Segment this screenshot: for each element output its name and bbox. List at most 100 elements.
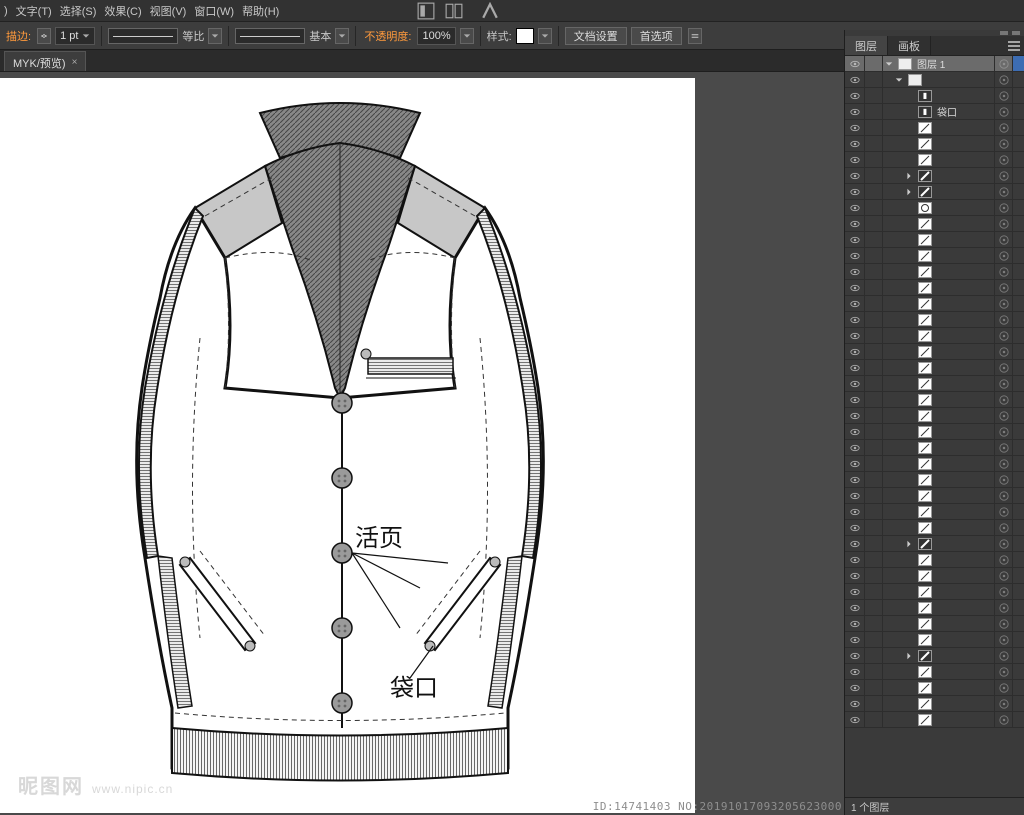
visibility-toggle[interactable] xyxy=(845,472,865,487)
selection-flag[interactable] xyxy=(1012,712,1024,727)
target-icon[interactable] xyxy=(994,344,1012,359)
visibility-toggle[interactable] xyxy=(845,408,865,423)
style-swatch[interactable] xyxy=(516,28,534,44)
expand-toggle[interactable] xyxy=(883,60,895,68)
visibility-toggle[interactable] xyxy=(845,232,865,247)
target-icon[interactable] xyxy=(994,568,1012,583)
target-icon[interactable] xyxy=(994,712,1012,727)
visibility-toggle[interactable] xyxy=(845,584,865,599)
layer-row[interactable]: ▮袋口 xyxy=(845,104,1024,120)
target-icon[interactable] xyxy=(994,520,1012,535)
visibility-toggle[interactable] xyxy=(845,616,865,631)
visibility-toggle[interactable] xyxy=(845,360,865,375)
selection-flag[interactable] xyxy=(1012,184,1024,199)
selection-flag[interactable] xyxy=(1012,104,1024,119)
layer-row[interactable] xyxy=(845,280,1024,296)
stroke-dash-preview[interactable] xyxy=(108,28,178,44)
target-icon[interactable] xyxy=(994,88,1012,103)
selection-flag[interactable] xyxy=(1012,520,1024,535)
layer-row[interactable] xyxy=(845,648,1024,664)
visibility-toggle[interactable] xyxy=(845,632,865,647)
selection-flag[interactable] xyxy=(1012,232,1024,247)
lock-toggle[interactable] xyxy=(865,152,883,167)
target-icon[interactable] xyxy=(994,312,1012,327)
target-icon[interactable] xyxy=(994,376,1012,391)
layer-row[interactable] xyxy=(845,584,1024,600)
target-icon[interactable] xyxy=(994,536,1012,551)
visibility-toggle[interactable] xyxy=(845,328,865,343)
lock-toggle[interactable] xyxy=(865,584,883,599)
selection-flag[interactable] xyxy=(1012,392,1024,407)
lock-toggle[interactable] xyxy=(865,376,883,391)
layer-row[interactable] xyxy=(845,168,1024,184)
layer-row[interactable] xyxy=(845,456,1024,472)
layer-row[interactable] xyxy=(845,360,1024,376)
visibility-toggle[interactable] xyxy=(845,104,865,119)
layer-row[interactable]: 图层 1 xyxy=(845,56,1024,72)
target-icon[interactable] xyxy=(994,328,1012,343)
visibility-toggle[interactable] xyxy=(845,504,865,519)
selection-flag[interactable] xyxy=(1012,456,1024,471)
selection-flag[interactable] xyxy=(1012,344,1024,359)
visibility-toggle[interactable] xyxy=(845,264,865,279)
preferences-button[interactable]: 首选项 xyxy=(631,27,682,45)
layer-row[interactable] xyxy=(845,296,1024,312)
selection-flag[interactable] xyxy=(1012,440,1024,455)
selection-flag[interactable] xyxy=(1012,376,1024,391)
visibility-toggle[interactable] xyxy=(845,552,865,567)
layer-row[interactable] xyxy=(845,376,1024,392)
document-tab[interactable]: MYK/预览) × xyxy=(4,51,86,71)
close-icon[interactable]: × xyxy=(72,57,78,68)
layer-row[interactable]: ▮ xyxy=(845,88,1024,104)
layer-row[interactable] xyxy=(845,616,1024,632)
target-icon[interactable] xyxy=(994,184,1012,199)
target-icon[interactable] xyxy=(994,200,1012,215)
lock-toggle[interactable] xyxy=(865,680,883,695)
visibility-toggle[interactable] xyxy=(845,600,865,615)
lock-toggle[interactable] xyxy=(865,360,883,375)
layer-row[interactable] xyxy=(845,568,1024,584)
target-icon[interactable] xyxy=(994,296,1012,311)
target-icon[interactable] xyxy=(994,264,1012,279)
lock-toggle[interactable] xyxy=(865,504,883,519)
lock-toggle[interactable] xyxy=(865,328,883,343)
lock-toggle[interactable] xyxy=(865,712,883,727)
layer-row[interactable] xyxy=(845,600,1024,616)
lock-toggle[interactable] xyxy=(865,312,883,327)
lock-toggle[interactable] xyxy=(865,408,883,423)
target-icon[interactable] xyxy=(994,360,1012,375)
target-icon[interactable] xyxy=(994,504,1012,519)
target-icon[interactable] xyxy=(994,488,1012,503)
layer-row[interactable] xyxy=(845,184,1024,200)
layer-row[interactable] xyxy=(845,232,1024,248)
target-icon[interactable] xyxy=(994,440,1012,455)
lock-toggle[interactable] xyxy=(865,136,883,151)
opacity-field[interactable]: 100% xyxy=(417,27,455,45)
artboard[interactable]: 活页 袋口 昵图网 www.nipic.cn xyxy=(0,78,695,813)
target-icon[interactable] xyxy=(994,424,1012,439)
visibility-toggle[interactable] xyxy=(845,456,865,471)
selection-flag[interactable] xyxy=(1012,216,1024,231)
lock-toggle[interactable] xyxy=(865,88,883,103)
target-icon[interactable] xyxy=(994,456,1012,471)
menu-item[interactable]: 视图(V) xyxy=(150,3,187,19)
layer-row[interactable] xyxy=(845,152,1024,168)
visibility-toggle[interactable] xyxy=(845,568,865,583)
lock-toggle[interactable] xyxy=(865,664,883,679)
target-icon[interactable] xyxy=(994,104,1012,119)
target-icon[interactable] xyxy=(994,552,1012,567)
visibility-toggle[interactable] xyxy=(845,136,865,151)
selection-flag[interactable] xyxy=(1012,600,1024,615)
visibility-toggle[interactable] xyxy=(845,488,865,503)
lock-toggle[interactable] xyxy=(865,232,883,247)
layout-icon[interactable] xyxy=(417,3,435,19)
layer-row[interactable] xyxy=(845,136,1024,152)
layer-row[interactable] xyxy=(845,520,1024,536)
selection-flag[interactable] xyxy=(1012,328,1024,343)
target-icon[interactable] xyxy=(994,616,1012,631)
chevron-down-icon[interactable] xyxy=(335,28,349,44)
layer-row[interactable] xyxy=(845,632,1024,648)
selection-flag[interactable] xyxy=(1012,616,1024,631)
target-icon[interactable] xyxy=(994,248,1012,263)
visibility-toggle[interactable] xyxy=(845,392,865,407)
